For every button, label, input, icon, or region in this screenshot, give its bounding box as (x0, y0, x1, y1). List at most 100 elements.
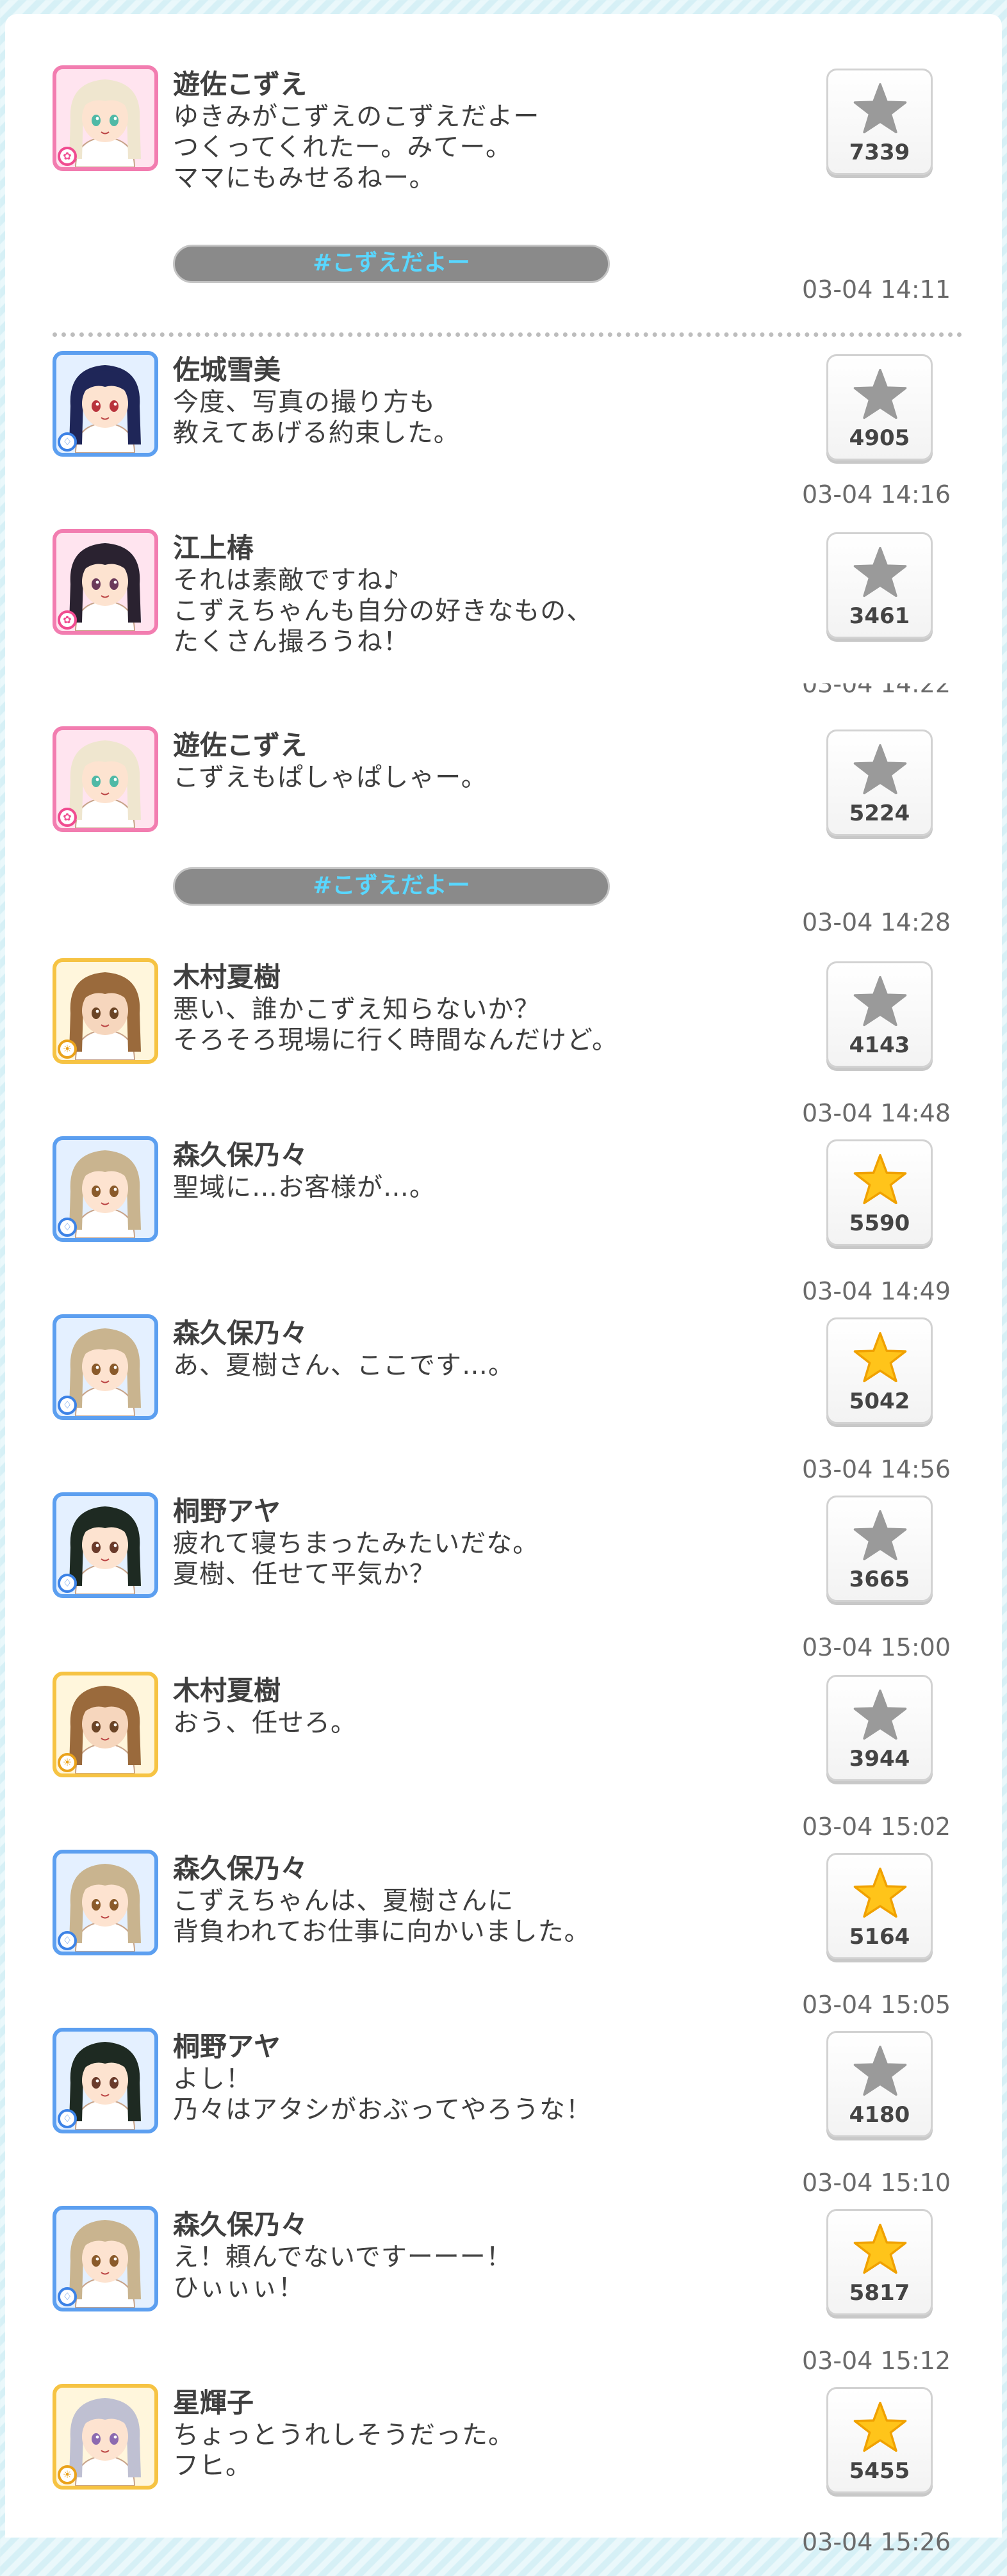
like-count: 4905 (849, 425, 910, 451)
post-timestamp: 03-04 14:49 (801, 1277, 951, 1305)
star-filled-icon (853, 2401, 907, 2452)
avatar[interactable]: ✿ (53, 726, 158, 832)
timeline-post: ♢ 森久保乃々 あ、夏樹さん、ここです…。 5042 03-04 14:56 (5, 1314, 1002, 1506)
like-count: 5590 (849, 1211, 910, 1236)
post-timestamp: 03-04 15:00 (801, 1633, 951, 1661)
like-button[interactable]: 7339 (826, 69, 933, 175)
like-button[interactable]: 5455 (826, 2387, 933, 2493)
poster-name: 木村夏樹 (173, 961, 281, 993)
timeline-post: ♢ 森久保乃々 え！頼んでないですーーー！ ひぃぃぃ！ 5817 03-04 15:12 (5, 2206, 1002, 2398)
cute-attribute-icon: ✿ (58, 610, 77, 630)
avatar[interactable]: ♢ (53, 2028, 158, 2133)
timeline-post: ☀ 木村夏樹 悪い、誰かこずえ知らないか？ そろそろ現場に行く時間なんだけど。 414… (5, 958, 1002, 1150)
post-message: こずえちゃんは、夏樹さんに 背負われてお仕事に向かいました。 (173, 1886, 591, 1946)
avatar[interactable]: ♢ (53, 1136, 158, 1242)
like-count: 3665 (849, 1567, 910, 1592)
cool-attribute-icon: ♢ (58, 1574, 77, 1593)
like-button[interactable]: 5224 (826, 730, 933, 836)
timeline-post: ♢ 森久保乃々 こずえちゃんは、夏樹さんに 背負われてお仕事に向かいました。 5164… (5, 1850, 1002, 2042)
star-icon (853, 546, 907, 598)
hashtag-button[interactable]: #こずえだよー (173, 867, 610, 906)
post-timestamp: 03-04 14:11 (801, 275, 951, 304)
post-timestamp: 03-04 15:26 (801, 2528, 951, 2556)
poster-name: 星輝子 (173, 2387, 254, 2418)
poster-name: 江上椿 (173, 532, 254, 564)
post-message: 疲れて寝ちまったみたいだな。 夏樹、任せて平気か？ (173, 1529, 539, 1589)
avatar[interactable]: ♢ (53, 351, 158, 457)
post-message: 今度、写真の撮り方も 教えてあげる約束した。 (173, 387, 460, 448)
avatar[interactable]: ☀ (53, 1672, 158, 1777)
avatar[interactable]: ✿ (53, 529, 158, 635)
star-icon (853, 368, 907, 420)
poster-name: 桐野アヤ (173, 2031, 281, 2062)
cool-attribute-icon: ♢ (58, 1218, 77, 1237)
like-button[interactable]: 5164 (826, 1853, 933, 1959)
star-filled-icon (853, 1867, 907, 1918)
post-timestamp: 03-04 15:12 (801, 2347, 951, 2375)
star-icon (853, 83, 907, 134)
timeline-post: ✿ 遊佐こずえ こずえもぱしゃぱしゃー。 5224 #こずえだよー 03-04 14:28 (5, 726, 1002, 936)
like-button[interactable]: 3665 (826, 1496, 933, 1602)
avatar[interactable]: ☀ (53, 2384, 158, 2490)
avatar[interactable]: ☀ (53, 958, 158, 1064)
avatar[interactable]: ♢ (53, 1850, 158, 1955)
like-button[interactable]: 3461 (826, 532, 933, 639)
cute-attribute-icon: ✿ (58, 808, 77, 827)
poster-name: 森久保乃々 (173, 1317, 308, 1349)
avatar[interactable]: ♢ (53, 2206, 158, 2311)
like-count: 7339 (849, 140, 910, 165)
avatar[interactable]: ♢ (53, 1492, 158, 1598)
timeline-post: ☀ 星輝子 ちょっとうれしそうだった。 フヒ。 5455 03-04 15:26 (5, 2384, 1002, 2576)
like-button[interactable]: 3944 (826, 1675, 933, 1781)
poster-name: 森久保乃々 (173, 1139, 308, 1171)
like-count: 5042 (849, 1389, 910, 1414)
post-message: あ、夏樹さん、ここです…。 (173, 1351, 514, 1380)
post-timestamp: 03-04 14:48 (801, 1099, 951, 1127)
post-message: 悪い、誰かこずえ知らないか？ そろそろ現場に行く時間なんだけど。 (173, 995, 618, 1055)
star-icon (853, 1689, 907, 1740)
post-timestamp: 03-04 14:28 (801, 908, 951, 936)
thread-divider (53, 332, 962, 337)
post-message: 聖域に…お客様が…。 (173, 1173, 436, 1202)
poster-name: 佐城雪美 (173, 354, 281, 386)
star-icon (853, 975, 907, 1027)
post-timestamp: 03-04 14:56 (801, 1455, 951, 1483)
like-button[interactable]: 4143 (826, 961, 933, 1068)
post-timestamp: 03-04 14:22 (802, 683, 951, 697)
like-button[interactable]: 5042 (826, 1317, 933, 1424)
cool-attribute-icon: ♢ (58, 432, 77, 452)
timeline-post: ♢ 桐野アヤ 疲れて寝ちまったみたいだな。 夏樹、任せて平気か？ 3665 03-04 … (5, 1492, 1002, 1684)
poster-name: 森久保乃々 (173, 2209, 308, 2240)
avatar[interactable]: ♢ (53, 1314, 158, 1420)
timeline-post: ♢ 桐野アヤ よし！ 乃々はアタシがおぶってやろうな！ 4180 03-04 15:10 (5, 2028, 1002, 2220)
timeline-post: ☀ 木村夏樹 おう、任せろ。 3944 03-04 15:02 (5, 1672, 1002, 1864)
post-message: おう、任せろ。 (173, 1708, 357, 1738)
poster-name: 木村夏樹 (173, 1675, 281, 1706)
poster-name: 桐野アヤ (173, 1496, 281, 1527)
star-filled-icon (853, 1332, 907, 1383)
post-message: それは素敵ですね♪ こずえちゃんも自分の好きなもの、 たくさん撮ろうね！ (173, 566, 593, 656)
poster-name: 遊佐こずえ (173, 730, 307, 761)
like-count: 5164 (849, 1924, 910, 1950)
cool-attribute-icon: ♢ (58, 2109, 77, 2128)
like-button[interactable]: 5817 (826, 2209, 933, 2315)
like-count: 5817 (849, 2280, 910, 2306)
like-count: 3944 (849, 1746, 910, 1772)
avatar[interactable]: ✿ (53, 65, 158, 171)
post-timestamp: 03-04 15:10 (801, 2169, 951, 2197)
star-icon (853, 2045, 907, 2096)
like-button[interactable]: 4180 (826, 2031, 933, 2137)
post-message: よし！ 乃々はアタシがおぶってやろうな！ (173, 2064, 592, 2124)
timeline-panel: ✿ 遊佐こずえ ゆきみがこずえのこずえだよー つくってくれたー。みてー。 ママにもみ… (5, 14, 1002, 2556)
cool-attribute-icon: ♢ (58, 1931, 77, 1950)
like-button[interactable]: 5590 (826, 1139, 933, 1246)
post-message: ゆきみがこずえのこずえだよー つくってくれたー。みてー。 ママにもみせるねー。 (173, 102, 540, 193)
cool-attribute-icon: ♢ (58, 1396, 77, 1415)
timeline-post: ♢ 森久保乃々 聖域に…お客様が…。 5590 03-04 14:49 (5, 1136, 1002, 1328)
post-message: え！頼んでないですーーー！ ひぃぃぃ！ (173, 2242, 512, 2303)
post-timestamp: 03-04 15:02 (801, 1813, 951, 1841)
hashtag-button[interactable]: #こずえだよー (173, 245, 610, 283)
like-button[interactable]: 4905 (826, 354, 933, 461)
post-message: ちょっとうれしそうだった。 フヒ。 (173, 2420, 514, 2481)
post-timestamp: 03-04 15:05 (801, 1991, 951, 2019)
